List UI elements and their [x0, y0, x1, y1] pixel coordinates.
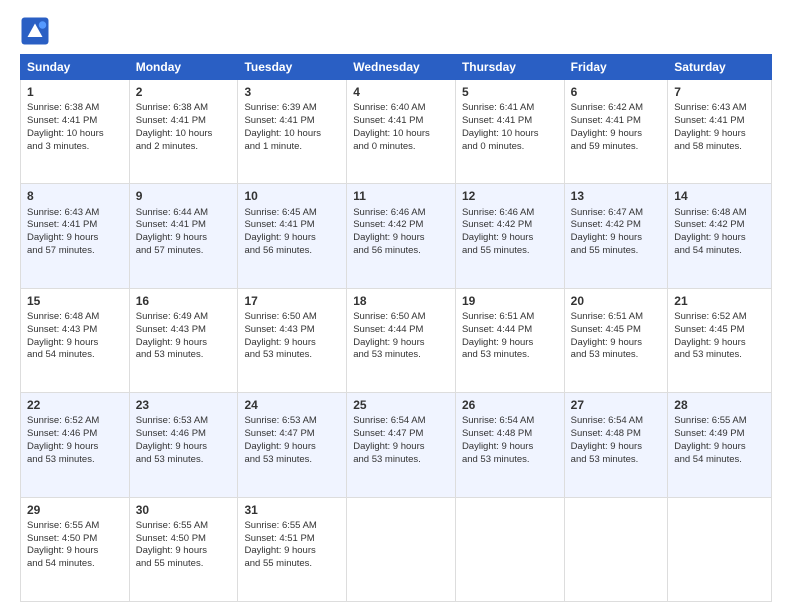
day-cell: 23Sunrise: 6:53 AMSunset: 4:46 PMDayligh…: [129, 393, 238, 497]
logo-icon: [20, 16, 50, 46]
day-number: 21: [674, 293, 765, 309]
day-cell: 17Sunrise: 6:50 AMSunset: 4:43 PMDayligh…: [238, 288, 347, 392]
day-number: 1: [27, 84, 123, 100]
week-row-5: 29Sunrise: 6:55 AMSunset: 4:50 PMDayligh…: [21, 497, 772, 601]
day-cell: 30Sunrise: 6:55 AMSunset: 4:50 PMDayligh…: [129, 497, 238, 601]
calendar-body: 1Sunrise: 6:38 AMSunset: 4:41 PMDaylight…: [21, 80, 772, 602]
day-cell: 8Sunrise: 6:43 AMSunset: 4:41 PMDaylight…: [21, 184, 130, 288]
day-number: 12: [462, 188, 558, 204]
day-cell: 21Sunrise: 6:52 AMSunset: 4:45 PMDayligh…: [668, 288, 772, 392]
day-cell: 25Sunrise: 6:54 AMSunset: 4:47 PMDayligh…: [347, 393, 456, 497]
day-number: 17: [244, 293, 340, 309]
day-cell: 27Sunrise: 6:54 AMSunset: 4:48 PMDayligh…: [564, 393, 668, 497]
day-cell: 15Sunrise: 6:48 AMSunset: 4:43 PMDayligh…: [21, 288, 130, 392]
column-header-wednesday: Wednesday: [347, 55, 456, 80]
header-row: SundayMondayTuesdayWednesdayThursdayFrid…: [21, 55, 772, 80]
week-row-3: 15Sunrise: 6:48 AMSunset: 4:43 PMDayligh…: [21, 288, 772, 392]
day-number: 26: [462, 397, 558, 413]
day-cell: 9Sunrise: 6:44 AMSunset: 4:41 PMDaylight…: [129, 184, 238, 288]
calendar-table: SundayMondayTuesdayWednesdayThursdayFrid…: [20, 54, 772, 602]
column-header-monday: Monday: [129, 55, 238, 80]
day-number: 18: [353, 293, 449, 309]
day-number: 14: [674, 188, 765, 204]
day-number: 10: [244, 188, 340, 204]
day-cell: 4Sunrise: 6:40 AMSunset: 4:41 PMDaylight…: [347, 80, 456, 184]
day-cell: 11Sunrise: 6:46 AMSunset: 4:42 PMDayligh…: [347, 184, 456, 288]
day-cell: [564, 497, 668, 601]
column-header-sunday: Sunday: [21, 55, 130, 80]
column-header-friday: Friday: [564, 55, 668, 80]
day-cell: 26Sunrise: 6:54 AMSunset: 4:48 PMDayligh…: [455, 393, 564, 497]
day-number: 6: [571, 84, 662, 100]
day-number: 20: [571, 293, 662, 309]
day-cell: 24Sunrise: 6:53 AMSunset: 4:47 PMDayligh…: [238, 393, 347, 497]
day-cell: 14Sunrise: 6:48 AMSunset: 4:42 PMDayligh…: [668, 184, 772, 288]
day-cell: 3Sunrise: 6:39 AMSunset: 4:41 PMDaylight…: [238, 80, 347, 184]
day-number: 30: [136, 502, 232, 518]
week-row-4: 22Sunrise: 6:52 AMSunset: 4:46 PMDayligh…: [21, 393, 772, 497]
calendar-header: SundayMondayTuesdayWednesdayThursdayFrid…: [21, 55, 772, 80]
week-row-2: 8Sunrise: 6:43 AMSunset: 4:41 PMDaylight…: [21, 184, 772, 288]
day-number: 29: [27, 502, 123, 518]
day-number: 25: [353, 397, 449, 413]
day-cell: 6Sunrise: 6:42 AMSunset: 4:41 PMDaylight…: [564, 80, 668, 184]
day-number: 19: [462, 293, 558, 309]
week-row-1: 1Sunrise: 6:38 AMSunset: 4:41 PMDaylight…: [21, 80, 772, 184]
day-number: 24: [244, 397, 340, 413]
calendar-container: SundayMondayTuesdayWednesdayThursdayFrid…: [0, 0, 792, 612]
header: [20, 16, 772, 46]
logo: [20, 16, 54, 46]
day-number: 11: [353, 188, 449, 204]
day-cell: 10Sunrise: 6:45 AMSunset: 4:41 PMDayligh…: [238, 184, 347, 288]
day-cell: 18Sunrise: 6:50 AMSunset: 4:44 PMDayligh…: [347, 288, 456, 392]
day-number: 8: [27, 188, 123, 204]
column-header-thursday: Thursday: [455, 55, 564, 80]
day-number: 16: [136, 293, 232, 309]
day-number: 31: [244, 502, 340, 518]
day-cell: 31Sunrise: 6:55 AMSunset: 4:51 PMDayligh…: [238, 497, 347, 601]
day-number: 28: [674, 397, 765, 413]
day-number: 4: [353, 84, 449, 100]
day-cell: 5Sunrise: 6:41 AMSunset: 4:41 PMDaylight…: [455, 80, 564, 184]
day-number: 2: [136, 84, 232, 100]
day-number: 9: [136, 188, 232, 204]
day-cell: 29Sunrise: 6:55 AMSunset: 4:50 PMDayligh…: [21, 497, 130, 601]
column-header-tuesday: Tuesday: [238, 55, 347, 80]
day-number: 3: [244, 84, 340, 100]
day-number: 15: [27, 293, 123, 309]
day-number: 23: [136, 397, 232, 413]
day-cell: 28Sunrise: 6:55 AMSunset: 4:49 PMDayligh…: [668, 393, 772, 497]
day-cell: 7Sunrise: 6:43 AMSunset: 4:41 PMDaylight…: [668, 80, 772, 184]
day-cell: 20Sunrise: 6:51 AMSunset: 4:45 PMDayligh…: [564, 288, 668, 392]
day-number: 13: [571, 188, 662, 204]
day-number: 7: [674, 84, 765, 100]
day-cell: [668, 497, 772, 601]
day-cell: 16Sunrise: 6:49 AMSunset: 4:43 PMDayligh…: [129, 288, 238, 392]
column-header-saturday: Saturday: [668, 55, 772, 80]
day-cell: [455, 497, 564, 601]
day-cell: 1Sunrise: 6:38 AMSunset: 4:41 PMDaylight…: [21, 80, 130, 184]
day-number: 27: [571, 397, 662, 413]
day-cell: 22Sunrise: 6:52 AMSunset: 4:46 PMDayligh…: [21, 393, 130, 497]
day-cell: 19Sunrise: 6:51 AMSunset: 4:44 PMDayligh…: [455, 288, 564, 392]
day-number: 5: [462, 84, 558, 100]
day-cell: 13Sunrise: 6:47 AMSunset: 4:42 PMDayligh…: [564, 184, 668, 288]
day-cell: 2Sunrise: 6:38 AMSunset: 4:41 PMDaylight…: [129, 80, 238, 184]
day-number: 22: [27, 397, 123, 413]
day-cell: [347, 497, 456, 601]
day-cell: 12Sunrise: 6:46 AMSunset: 4:42 PMDayligh…: [455, 184, 564, 288]
